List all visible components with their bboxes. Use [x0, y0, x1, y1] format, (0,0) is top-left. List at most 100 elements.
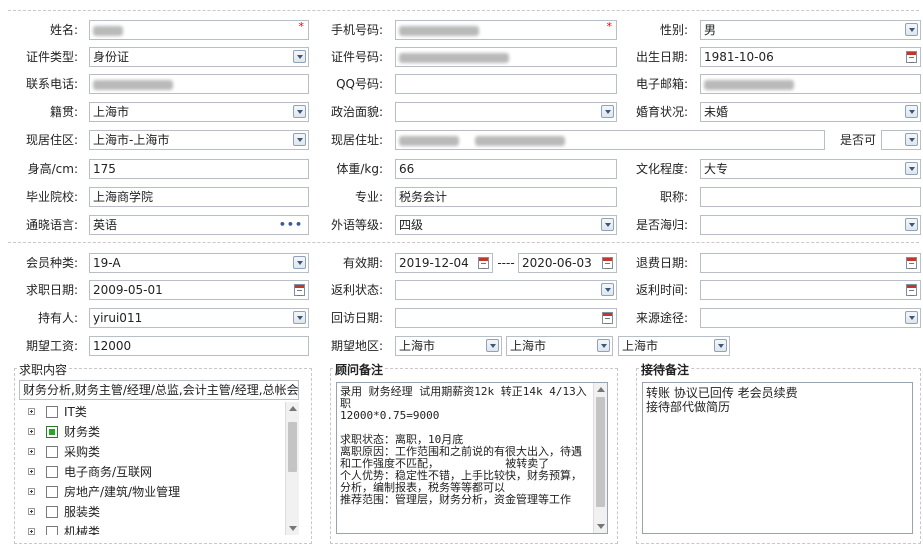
dropdown-arrow-icon[interactable] [601, 283, 614, 296]
tree-checkbox[interactable] [46, 526, 58, 535]
title-input[interactable] [700, 187, 921, 207]
education-select[interactable]: 大专 [700, 159, 921, 179]
date-range-separator: ---- [497, 256, 515, 270]
qq-input[interactable] [395, 74, 617, 94]
scroll-up-icon[interactable] [597, 387, 605, 392]
rebate-status-select[interactable] [395, 280, 617, 300]
dropdown-arrow-icon[interactable] [905, 218, 918, 231]
valid-to-input[interactable]: 2020-06-03 [518, 253, 617, 273]
email-input[interactable] [700, 74, 921, 94]
calendar-icon[interactable] [602, 312, 613, 324]
expand-icon[interactable] [28, 468, 35, 475]
dropdown-arrow-icon[interactable] [905, 162, 918, 175]
language-input[interactable]: 英语 ••• [89, 215, 309, 235]
redacted-text [704, 79, 794, 90]
region-select-2[interactable]: 上海市 [506, 336, 613, 356]
tree-checkbox[interactable] [46, 486, 58, 498]
calendar-icon[interactable] [906, 257, 917, 269]
whether-select[interactable] [881, 130, 921, 150]
rebate-time-input[interactable] [700, 280, 921, 300]
expand-icon[interactable] [28, 408, 35, 415]
valid-from-input[interactable]: 2019-12-04 [395, 253, 493, 273]
contact-input[interactable] [89, 74, 309, 94]
expand-icon[interactable] [28, 488, 35, 495]
scroll-down-icon[interactable] [597, 524, 605, 529]
calendar-icon[interactable] [478, 257, 489, 269]
dropdown-arrow-icon[interactable] [601, 218, 614, 231]
dropdown-arrow-icon[interactable] [905, 105, 918, 118]
id-type-value: 身份证 [93, 50, 130, 64]
lang-level-select[interactable]: 四级 [395, 215, 617, 235]
notes-scrollbar[interactable] [593, 383, 607, 533]
source-select[interactable] [700, 308, 921, 328]
tree-checkbox[interactable] [46, 506, 58, 518]
section-divider [8, 242, 919, 243]
marital-select[interactable]: 未婚 [700, 102, 921, 122]
dropdown-arrow-icon[interactable] [293, 105, 306, 118]
dropdown-arrow-icon[interactable] [905, 23, 918, 36]
tree-checkbox[interactable] [46, 426, 58, 438]
holder-select[interactable]: yirui011 [89, 308, 309, 328]
dropdown-arrow-icon[interactable] [293, 133, 306, 146]
refund-date-input[interactable] [700, 253, 921, 273]
tree-checkbox[interactable] [46, 446, 58, 458]
id-no-input[interactable] [395, 47, 617, 67]
scroll-thumb[interactable] [596, 397, 605, 507]
salary-input[interactable]: 12000 [89, 336, 309, 356]
tree-checkbox[interactable] [46, 406, 58, 418]
calendar-icon[interactable] [602, 257, 613, 269]
scroll-up-icon[interactable] [289, 406, 297, 411]
gender-select[interactable]: 男 [700, 20, 921, 40]
calendar-icon[interactable] [294, 284, 305, 296]
phone-input[interactable]: * [395, 20, 617, 40]
visit-date-input[interactable] [395, 308, 617, 328]
job-date-input[interactable]: 2009-05-01 [89, 280, 309, 300]
name-input[interactable]: * [89, 20, 309, 40]
job-content-summary[interactable]: 财务分析,财务主管/经理/总监,会计主管/经理,总帐会 [19, 380, 299, 400]
calendar-icon[interactable] [906, 51, 917, 63]
expand-icon[interactable] [28, 428, 35, 435]
consultant-notes-textarea[interactable]: 录用 财务经理 试用期薪资12k 转正14k 4/13入职 12000*0.75… [336, 382, 608, 534]
redacted-text [93, 25, 123, 36]
dropdown-arrow-icon[interactable] [293, 50, 306, 63]
valid-to-value: 2020-06-03 [522, 256, 592, 270]
dropdown-arrow-icon[interactable] [905, 311, 918, 324]
dropdown-arrow-icon[interactable] [714, 339, 727, 352]
member-type-select[interactable]: 19-A [89, 253, 309, 273]
dropdown-arrow-icon[interactable] [905, 133, 918, 146]
cur-addr-input[interactable] [395, 130, 825, 150]
id-type-select[interactable]: 身份证 [89, 47, 309, 67]
political-select[interactable] [395, 102, 617, 122]
reception-notes-textarea[interactable]: 转账 协议已回传 老会员续费 接待部代做简历 [642, 382, 913, 534]
cur-addr-label: 现居住址: [330, 133, 383, 147]
weight-input[interactable]: 66 [395, 159, 617, 179]
native-select[interactable]: 上海市 [89, 102, 309, 122]
dropdown-arrow-icon[interactable] [293, 311, 306, 324]
region-select-3[interactable]: 上海市 [618, 336, 730, 356]
cur-area-select[interactable]: 上海市-上海市 [89, 130, 309, 150]
overseas-select[interactable] [700, 215, 921, 235]
weight-label: 体重/kg: [336, 162, 383, 176]
tree-scrollbar[interactable] [285, 402, 299, 535]
height-input[interactable]: 175 [89, 159, 309, 179]
scroll-down-icon[interactable] [289, 526, 297, 531]
expand-icon[interactable] [28, 448, 35, 455]
school-input[interactable]: 上海商学院 [89, 187, 309, 207]
birth-date-input[interactable]: 1981-10-06 [700, 47, 921, 67]
expand-icon[interactable] [28, 528, 35, 535]
calendar-icon[interactable] [906, 284, 917, 296]
major-label: 专业: [354, 190, 383, 204]
dropdown-arrow-icon[interactable] [597, 339, 610, 352]
dropdown-arrow-icon[interactable] [293, 256, 306, 269]
scroll-thumb[interactable] [288, 422, 297, 472]
job-category-tree[interactable]: IT类 财务类 采购类 电子商务/互联网 房地产/建筑/物业管理 服装类 机械类 [19, 402, 299, 535]
major-input[interactable]: 税务会计 [395, 187, 617, 207]
region-select-1[interactable]: 上海市 [395, 336, 502, 356]
education-value: 大专 [704, 162, 729, 176]
dropdown-arrow-icon[interactable] [601, 105, 614, 118]
tree-checkbox[interactable] [46, 466, 58, 478]
dropdown-arrow-icon[interactable] [486, 339, 499, 352]
expand-icon[interactable] [28, 508, 35, 515]
marital-value: 未婚 [704, 105, 729, 119]
more-options-icon[interactable]: ••• [279, 216, 303, 234]
